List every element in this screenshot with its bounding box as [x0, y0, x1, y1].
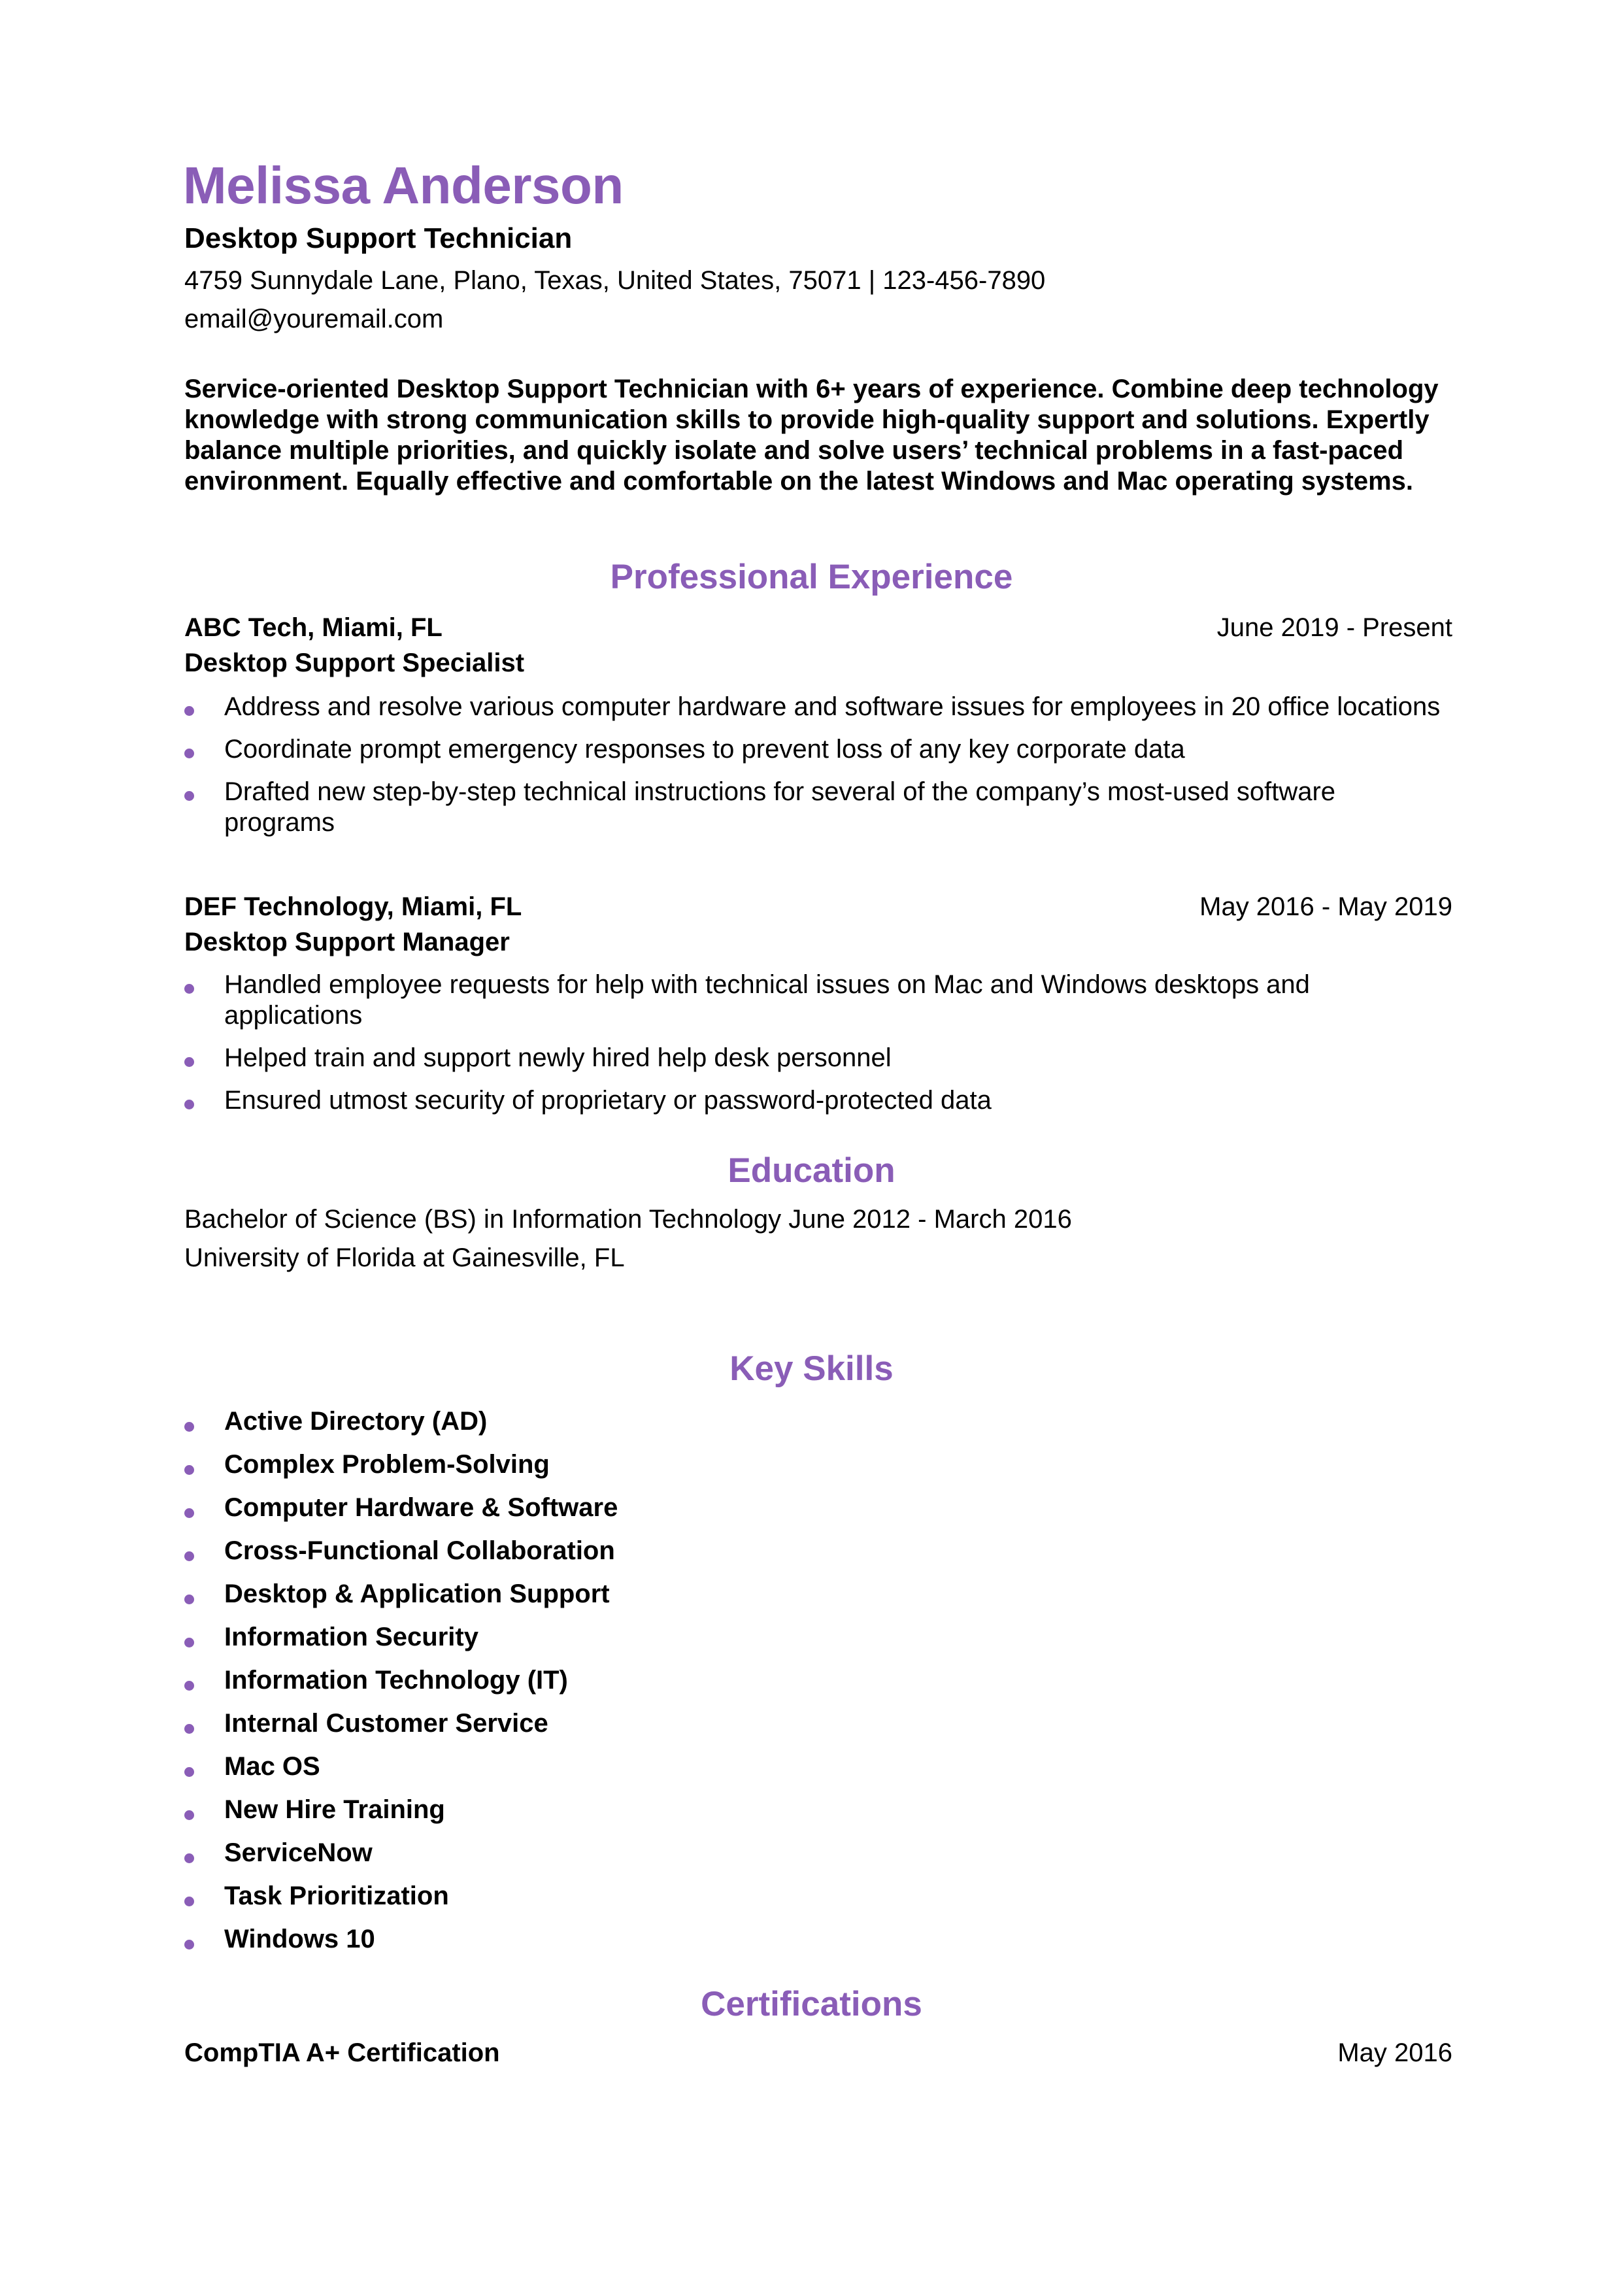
- skill-text: Windows 10: [224, 1925, 375, 1953]
- section-heading-skills: Key Skills: [729, 1349, 894, 1388]
- section-heading-experience: Professional Experience: [610, 558, 1013, 596]
- skill-item: Information Technology (IT): [184, 1659, 1452, 1702]
- candidate-name: Melissa Anderson: [183, 156, 624, 214]
- skill-text: Active Directory (AD): [224, 1407, 488, 1436]
- skills-list: Active Directory (AD) Complex Problem-Sol…: [184, 1400, 1452, 1961]
- bullet-icon: [184, 749, 194, 758]
- bullet-icon: [184, 984, 194, 994]
- bullet-icon: [184, 1465, 194, 1475]
- bullet-icon: [184, 1100, 194, 1109]
- skill-item: Windows 10: [184, 1917, 1452, 1961]
- education-school: University of Florida at Gainesville, FL: [184, 1243, 625, 1272]
- bullet-icon: [184, 1853, 194, 1863]
- bullet-text: Helped train and support newly hired hel…: [224, 1043, 892, 1072]
- certification-row: CompTIA A+ Certification May 2016: [184, 2038, 1452, 2068]
- job-company: ABC Tech, Miami, FL: [184, 613, 443, 642]
- list-item: Helped train and support newly hired hel…: [184, 1043, 1452, 1073]
- bullet-icon: [184, 1897, 194, 1906]
- list-item: Address and resolve various computer har…: [184, 692, 1452, 722]
- bullet-icon: [184, 706, 194, 716]
- bullet-icon: [184, 1508, 194, 1518]
- skill-text: Mac OS: [224, 1752, 320, 1781]
- list-item: Ensured utmost security of proprietary o…: [184, 1085, 1452, 1116]
- skill-item: Complex Problem-Solving: [184, 1443, 1452, 1486]
- job-role: Desktop Support Specialist: [184, 649, 525, 677]
- bullet-icon: [184, 1422, 194, 1432]
- skill-text: Cross-Functional Collaboration: [224, 1536, 615, 1565]
- list-item: Coordinate prompt emergency responses to…: [184, 734, 1452, 765]
- bullet-text: Drafted new step-by-step technical instr…: [224, 777, 1336, 837]
- skill-item: Cross-Functional Collaboration: [184, 1529, 1452, 1572]
- skill-text: Information Security: [224, 1623, 478, 1651]
- skill-item: Computer Hardware & Software: [184, 1486, 1452, 1529]
- email[interactable]: email@youremail.com: [184, 305, 443, 334]
- bullet-icon: [184, 1551, 194, 1561]
- professional-summary: Service-oriented Desktop Support Technic…: [184, 375, 1439, 496]
- bullet-icon: [184, 791, 194, 801]
- skill-text: New Hire Training: [224, 1795, 445, 1824]
- skill-text: Task Prioritization: [224, 1882, 449, 1910]
- bullet-text: Handled employee requests for help with …: [224, 970, 1310, 1030]
- job-dates: June 2019 - Present: [1216, 613, 1452, 642]
- job-header: DEF Technology, Miami, FL May 2016 - May…: [184, 892, 1452, 922]
- bullet-icon: [184, 1595, 194, 1604]
- bullet-icon: [184, 1057, 194, 1067]
- job-bullets: Handled employee requests for help with …: [184, 970, 1452, 1128]
- job-role: Desktop Support Manager: [184, 928, 510, 956]
- skill-item: Internal Customer Service: [184, 1702, 1452, 1745]
- bullet-icon: [184, 1681, 194, 1691]
- list-item: Handled employee requests for help with …: [184, 970, 1452, 1031]
- bullet-text: Address and resolve various computer har…: [224, 692, 1441, 721]
- education-degree: Bachelor of Science (BS) in Information …: [184, 1205, 1072, 1234]
- job-company: DEF Technology, Miami, FL: [184, 892, 522, 921]
- skill-text: ServiceNow: [224, 1838, 373, 1867]
- bullet-text: Coordinate prompt emergency responses to…: [224, 735, 1185, 764]
- list-item: Drafted new step-by-step technical instr…: [184, 777, 1452, 838]
- skill-item: Desktop & Application Support: [184, 1572, 1452, 1615]
- bullet-icon: [184, 1724, 194, 1734]
- certification-name: CompTIA A+ Certification: [184, 2038, 500, 2067]
- bullet-text: Ensured utmost security of proprietary o…: [224, 1086, 992, 1115]
- job-dates: May 2016 - May 2019: [1199, 892, 1452, 921]
- candidate-title: Desktop Support Technician: [184, 222, 573, 254]
- skill-text: Computer Hardware & Software: [224, 1493, 618, 1522]
- skill-item: Task Prioritization: [184, 1874, 1452, 1917]
- skill-text: Information Technology (IT): [224, 1666, 568, 1695]
- address-phone: 4759 Sunnydale Lane, Plano, Texas, Unite…: [184, 266, 1046, 295]
- skill-text: Desktop & Application Support: [224, 1579, 610, 1608]
- skill-item: ServiceNow: [184, 1831, 1452, 1874]
- certification-date: May 2016: [1337, 2038, 1452, 2067]
- bullet-icon: [184, 1638, 194, 1647]
- bullet-icon: [184, 1940, 194, 1950]
- section-heading-education: Education: [728, 1151, 895, 1190]
- skill-text: Internal Customer Service: [224, 1709, 548, 1738]
- job-header: ABC Tech, Miami, FL June 2019 - Present: [184, 613, 1452, 643]
- job-bullets: Address and resolve various computer har…: [184, 692, 1452, 850]
- skill-item: New Hire Training: [184, 1788, 1452, 1831]
- skill-item: Mac OS: [184, 1745, 1452, 1788]
- skill-item: Active Directory (AD): [184, 1400, 1452, 1443]
- section-heading-certifications: Certifications: [701, 1985, 922, 2023]
- bullet-icon: [184, 1810, 194, 1820]
- skill-text: Complex Problem-Solving: [224, 1450, 550, 1479]
- bullet-icon: [184, 1767, 194, 1777]
- skill-item: Information Security: [184, 1615, 1452, 1659]
